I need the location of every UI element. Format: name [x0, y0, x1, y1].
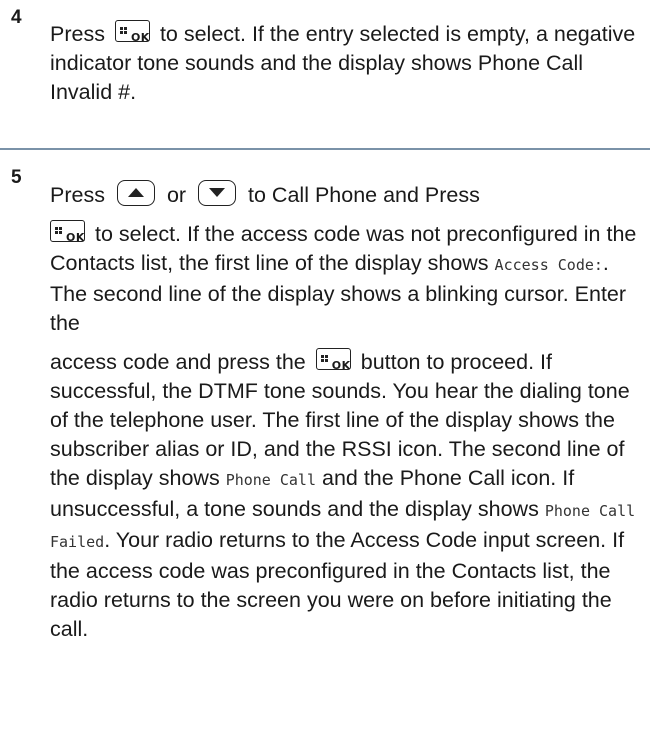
step-text: Press OK to select. If the entry selecte… [50, 20, 640, 107]
step-text-segment: to Call Phone and Press [248, 183, 480, 207]
step-5-paragraph-3: access code and press the OK button to p… [50, 348, 640, 644]
step-divider [0, 148, 650, 150]
step-5-paragraph-1: Press or to Call Phone and Press [50, 180, 640, 210]
step-text-segment: Press [50, 22, 105, 46]
step-text-segment: Press [50, 183, 105, 207]
step-4-paragraph: Press OK to select. If the entry selecte… [50, 20, 640, 107]
step-text-segment: access code and press the [50, 350, 306, 374]
step-text-segment: or [166, 183, 187, 207]
step-number: 5 [11, 167, 22, 188]
step-text-segment: . Your radio returns to the Access Code … [50, 528, 625, 641]
display-text-access-code: Access Code: [494, 256, 603, 274]
menu-ok-key-icon: OK [315, 348, 351, 372]
display-text-phone-call: Phone Call [225, 471, 316, 489]
up-arrow-key-icon [116, 180, 155, 206]
step-number: 4 [11, 7, 22, 28]
menu-ok-key-icon: OK [114, 20, 150, 44]
step-5-paragraph-2: OK to select. If the access code was not… [50, 220, 640, 338]
down-arrow-key-icon [198, 180, 237, 206]
step-text: Press or to Call Phone and Press OK to s… [50, 180, 640, 644]
menu-ok-key-icon: OK [50, 220, 85, 244]
